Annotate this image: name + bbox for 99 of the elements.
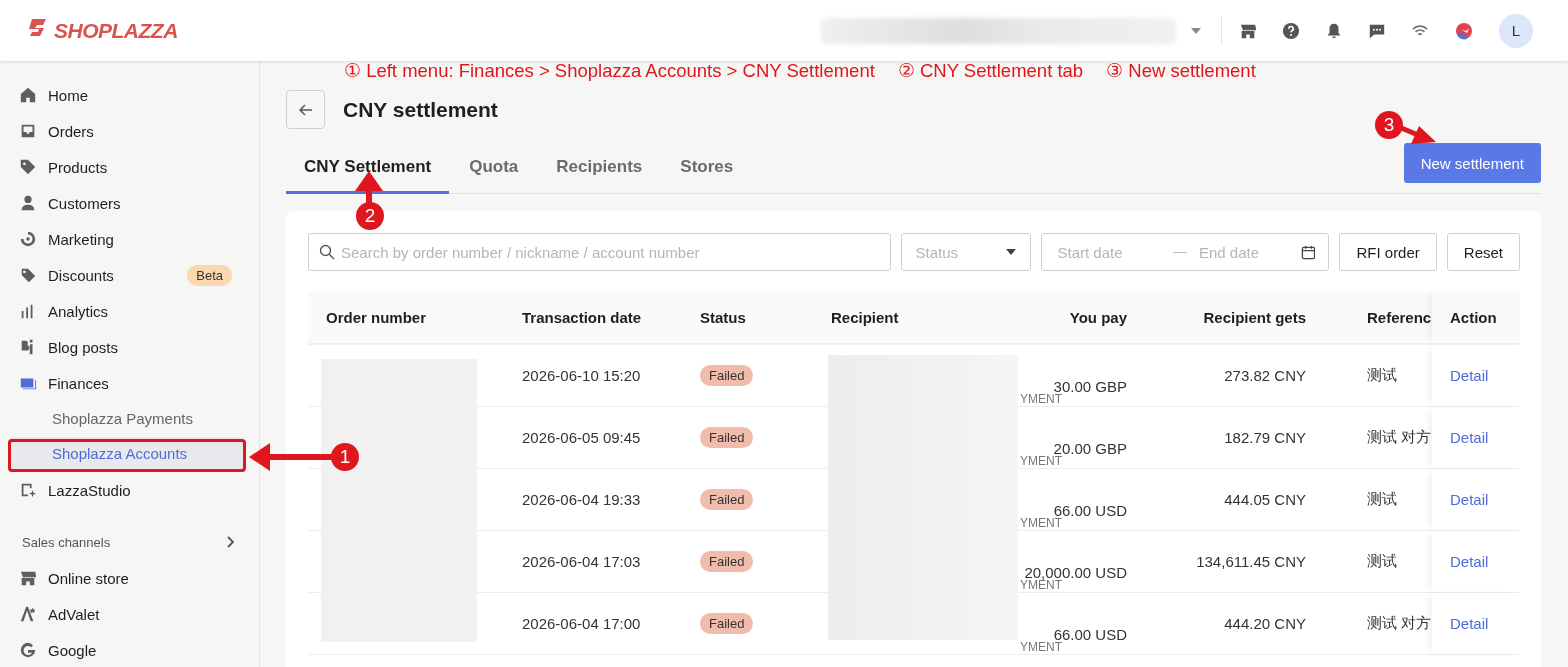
table-cell: 182.79 CNY — [1224, 429, 1306, 446]
sidebar-item[interactable]: Online store — [0, 560, 259, 596]
beta-badge: Beta — [187, 264, 232, 286]
back-arrow-icon — [298, 103, 313, 116]
table-cell: 444.20 CNY — [1224, 615, 1306, 632]
step-marker: 3 — [1375, 111, 1403, 139]
sidebar-item[interactable]: Home — [0, 77, 259, 113]
detail-link[interactable]: Detail — [1450, 615, 1489, 632]
status-select[interactable]: Status — [901, 233, 1032, 271]
annotation-caption: ③ New settlement — [1106, 60, 1256, 82]
sidebar-item[interactable]: Products — [0, 149, 259, 185]
bell-icon[interactable] — [1325, 21, 1343, 40]
page-title: CNY settlement — [343, 97, 498, 122]
table-cell: 2026-06-05 09:45 — [522, 429, 641, 446]
search-field[interactable]: Search by order number / nickname / account number — [308, 233, 892, 271]
nav-icon — [19, 86, 37, 104]
status-badge: Failed — [700, 427, 754, 448]
sidebar-item[interactable]: Google — [0, 632, 259, 667]
annotation-caption: ① Left menu: Finances > Shoplazza Accounts > CNY Settlement — [344, 60, 875, 82]
sidebar-item[interactable]: AdValet — [0, 596, 259, 632]
step-marker: 2 — [356, 202, 384, 230]
table-cell: YMENT — [1020, 455, 1062, 468]
annotation-caption: ② CNY Settlement tab — [897, 60, 1084, 82]
column-header: Status — [700, 308, 746, 326]
filter-button[interactable]: RFI order — [1339, 233, 1437, 271]
section-title: Sales channels — [22, 534, 111, 550]
table-cell: YMENT — [1020, 579, 1062, 592]
detail-link[interactable]: Detail — [1450, 553, 1489, 570]
new-settlement-button[interactable]: New settlement — [1403, 143, 1541, 183]
status-badge: Failed — [700, 365, 754, 386]
nav-icon — [19, 122, 37, 140]
table-cell: 273.82 CNY — [1224, 367, 1306, 384]
column-header: Recipient gets — [1203, 308, 1306, 326]
detail-link[interactable]: Detail — [1450, 491, 1489, 508]
table-cell: 测试 — [1367, 366, 1397, 385]
table-cell: 2026-06-04 19:33 — [522, 491, 641, 508]
table-cell: 2026-06-04 17:00 — [522, 615, 641, 632]
end-date-input[interactable]: End date — [1196, 242, 1301, 262]
table-cell: 测试 — [1367, 490, 1397, 509]
table-cell-text: 66.00 USD — [1053, 626, 1127, 643]
column-header: Recipient — [831, 308, 899, 326]
date-range-field[interactable]: Start date End date — [1041, 233, 1330, 271]
table-cell: 测试 对方 — [1367, 614, 1432, 633]
table-cell: 444.05 CNY — [1224, 491, 1306, 508]
sidebar-item[interactable]: Orders — [0, 113, 259, 149]
start-date-input[interactable]: Start date — [1055, 242, 1159, 262]
sidebar-item[interactable]: LazzaStudio — [0, 472, 259, 508]
annotation-arrow — [355, 171, 383, 203]
table-cell-text: 66.00 USD — [1053, 502, 1127, 519]
caret-icon — [1191, 27, 1201, 34]
chevron-icon[interactable] — [227, 536, 235, 548]
nav-icon — [19, 481, 37, 499]
column-header: Transaction date — [522, 308, 642, 326]
calendar-icon — [1300, 244, 1316, 260]
tab[interactable]: Recipients — [538, 143, 661, 194]
sidebar-item[interactable]: Blog posts — [0, 329, 259, 365]
nav-icon — [19, 569, 37, 587]
nav-icon — [19, 230, 37, 248]
sidebar-item[interactable]: Customers — [0, 185, 259, 221]
table-cell-text: 30.00 GBP — [1053, 378, 1127, 395]
table-cell: 2026-06-10 15:20 — [522, 367, 641, 384]
table-cell-text: 20,000.00 USD — [1024, 564, 1127, 581]
table-cell: 134,611.45 CNY — [1196, 553, 1306, 570]
status-badge: Failed — [700, 613, 754, 634]
table-cell: 2026-06-04 17:03 — [522, 553, 641, 570]
globe-icon[interactable] — [1454, 20, 1474, 41]
table-cell: YMENT — [1020, 393, 1062, 406]
column-header: Referenc — [1367, 308, 1432, 326]
status-badge: Failed — [700, 489, 754, 510]
column-header: Action — [1450, 308, 1497, 326]
table-cell: YMENT — [1020, 641, 1062, 654]
table-cell: YMENT — [1020, 517, 1062, 530]
column-header: Order number — [326, 308, 427, 326]
nav-icon — [19, 266, 37, 284]
sidebar-item[interactable]: Marketing — [0, 221, 259, 257]
filter-button[interactable]: Reset — [1446, 233, 1520, 271]
status-badge: Failed — [700, 551, 754, 572]
sidebar-item[interactable]: Discounts Beta — [0, 257, 259, 293]
search-icon — [319, 244, 335, 260]
nav-icon — [19, 158, 37, 176]
help-icon[interactable] — [1282, 21, 1300, 40]
nav-icon — [19, 641, 37, 659]
sidebar-item[interactable]: Finances — [0, 365, 259, 401]
back-button[interactable] — [286, 90, 325, 129]
table-cell: 测试 对方 — [1367, 428, 1432, 447]
table-cell-text: 20.00 GBP — [1053, 440, 1127, 457]
table-cell: 测试 — [1367, 552, 1397, 571]
nav-icon — [19, 194, 37, 212]
detail-link[interactable]: Detail — [1450, 429, 1489, 446]
column-header: You pay — [1069, 308, 1127, 326]
logo-text: SHOPLAZZA — [54, 18, 178, 43]
avatar[interactable]: L — [1499, 13, 1533, 48]
caret-icon — [1006, 249, 1017, 255]
tab[interactable]: Stores — [662, 143, 752, 194]
sidebar-subitem[interactable]: Shoplazza Payments — [8, 402, 245, 435]
sidebar-item[interactable]: Analytics — [0, 293, 259, 329]
nav-icon — [19, 605, 37, 623]
detail-link[interactable]: Detail — [1450, 367, 1489, 384]
tab[interactable]: Quota — [451, 143, 537, 194]
